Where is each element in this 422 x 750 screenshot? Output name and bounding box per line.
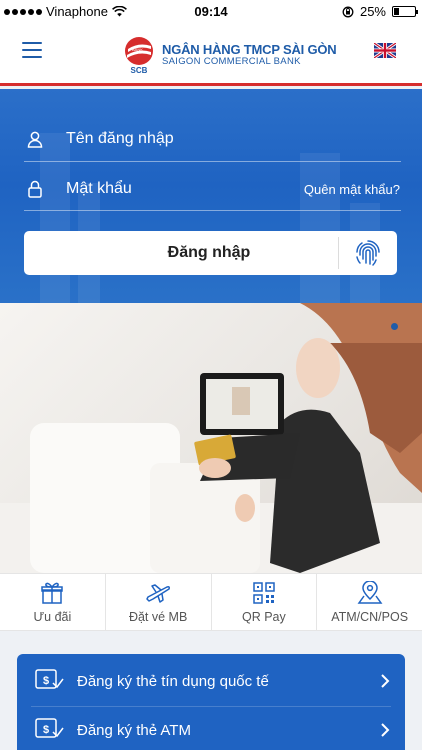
battery-percent: 25% bbox=[359, 4, 386, 19]
chevron-right-icon bbox=[381, 723, 390, 737]
user-icon bbox=[24, 128, 46, 150]
fingerprint-icon bbox=[356, 240, 380, 266]
card-register-icon: $ bbox=[35, 669, 64, 689]
login-button[interactable]: Đăng nhập bbox=[24, 244, 338, 262]
skyline-decoration bbox=[300, 153, 340, 303]
battery-icon bbox=[392, 6, 418, 17]
register-card-label: Đăng ký thẻ tín dụng quốc tế bbox=[77, 672, 269, 690]
chevron-right-icon bbox=[381, 674, 390, 688]
username-row bbox=[24, 127, 400, 151]
svg-text:$: $ bbox=[43, 724, 49, 736]
fingerprint-button[interactable] bbox=[339, 231, 397, 275]
promo-banner[interactable] bbox=[0, 303, 422, 573]
username-input[interactable] bbox=[66, 130, 400, 148]
qr-code-icon bbox=[251, 581, 277, 605]
quick-action-flight-booking[interactable]: Đặt vé MB bbox=[106, 574, 212, 630]
forgot-password-link[interactable]: Quên mật khẩu? bbox=[304, 182, 400, 197]
logo-text: SCB bbox=[131, 66, 148, 74]
login-panel: Quên mật khẩu? Đăng nhập bbox=[0, 89, 422, 303]
bank-name-english: SAIGON COMMERCIAL BANK bbox=[162, 55, 301, 67]
login-button-group: Đăng nhập bbox=[24, 231, 397, 275]
scb-logo-icon: BANK SCB bbox=[125, 37, 153, 74]
password-row: Quên mật khẩu? bbox=[24, 177, 400, 201]
register-card-menu: $ Đăng ký thẻ tín dụng quốc tế $ Đăng ký… bbox=[17, 654, 405, 750]
register-atm-card-item[interactable]: $ Đăng ký thẻ ATM bbox=[17, 706, 405, 750]
battery-info: 25% bbox=[342, 4, 418, 19]
uk-flag-icon[interactable] bbox=[374, 43, 396, 58]
password-input[interactable] bbox=[66, 180, 304, 198]
quick-action-label: ATM/CN/POS bbox=[331, 609, 409, 624]
svg-text:$: $ bbox=[43, 675, 49, 687]
bank-name: NGÂN HÀNG TMCP SÀI GÒN bbox=[162, 41, 337, 57]
register-card-label: Đăng ký thẻ ATM bbox=[77, 721, 191, 739]
password-underline bbox=[24, 210, 401, 211]
quick-action-label: QR Pay bbox=[241, 609, 286, 624]
map-pin-icon bbox=[357, 580, 383, 605]
logo-small-text: BANK bbox=[132, 47, 143, 52]
gift-icon bbox=[39, 581, 65, 605]
card-register-icon: $ bbox=[35, 718, 64, 738]
quick-action-offers[interactable]: Ưu đãi bbox=[0, 574, 106, 630]
quick-action-label: Ưu đãi bbox=[33, 609, 72, 624]
banner-photo bbox=[0, 303, 422, 573]
bank-logo: BANK SCB NGÂN HÀNG TMCP SÀI GÒN SAIGON C… bbox=[122, 36, 337, 74]
username-underline bbox=[24, 161, 401, 162]
airplane-icon bbox=[145, 581, 171, 605]
quick-action-qr-pay[interactable]: QR Pay bbox=[212, 574, 318, 630]
quick-actions-bar: Ưu đãi Đặt vé MB QR Pay ATM/CN/POS bbox=[0, 573, 422, 631]
skyline-decoration bbox=[40, 133, 70, 303]
menu-icon[interactable] bbox=[22, 42, 42, 60]
quick-action-label: Đặt vé MB bbox=[128, 609, 188, 624]
status-bar: Vinaphone 09:14 25% bbox=[0, 0, 422, 22]
register-credit-card-item[interactable]: $ Đăng ký thẻ tín dụng quốc tế bbox=[17, 657, 405, 705]
rotation-lock-icon bbox=[342, 6, 354, 17]
carousel-indicator[interactable] bbox=[391, 323, 398, 330]
app-header: BANK SCB NGÂN HÀNG TMCP SÀI GÒN SAIGON C… bbox=[0, 22, 422, 86]
quick-action-atm-locator[interactable]: ATM/CN/POS bbox=[317, 574, 422, 630]
lock-icon bbox=[24, 178, 46, 200]
